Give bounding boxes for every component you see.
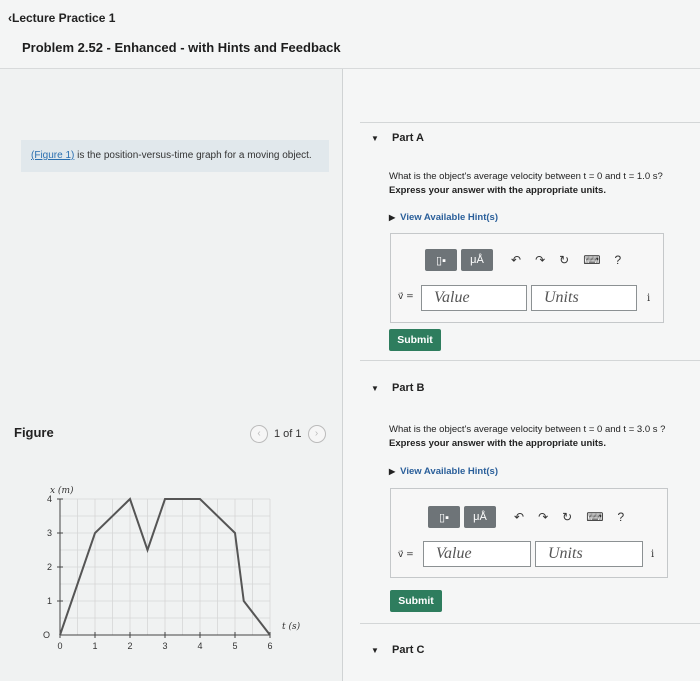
figure-link[interactable]: (Figure 1): [31, 150, 74, 161]
part-a-value-input[interactable]: Value: [421, 285, 527, 311]
keyboard-icon[interactable]: ⌨: [583, 253, 600, 267]
part-b-question-text: What is the object's average velocity be…: [389, 424, 666, 435]
next-figure-button[interactable]: ›: [307, 425, 326, 443]
part-a-hint-label: View Available Hint(s): [400, 212, 498, 223]
part-c-header[interactable]: Part C: [392, 644, 424, 656]
x-tick-label: 5: [232, 641, 237, 651]
part-b-header[interactable]: Part B: [392, 382, 424, 394]
position-time-graph: 0 1 2 3 4 5 61234Ot (s)x (m): [43, 485, 300, 651]
caret-right-icon: ▶: [389, 213, 396, 222]
templates-button[interactable]: ▯▪: [428, 506, 460, 528]
pager-text: 1 of 1: [274, 428, 302, 440]
part-a-question-text: What is the object's average velocity be…: [389, 171, 663, 182]
redo-icon[interactable]: ↷: [538, 510, 548, 524]
y-tick-label: 2: [47, 562, 52, 572]
part-b-instruction: Express your answer with the appropriate…: [389, 438, 606, 449]
part-b-value-input[interactable]: Value: [423, 541, 531, 567]
units-button[interactable]: μÅ: [461, 249, 493, 271]
x-tick-label: 0: [57, 641, 62, 651]
caret-right-icon: ▶: [389, 467, 396, 476]
part-b-variable-label: v⃗ =: [398, 550, 414, 560]
reset-icon[interactable]: ↻: [559, 253, 569, 267]
origin-label: O: [43, 630, 50, 640]
part-a-question: What is the object's average velocity be…: [389, 170, 663, 198]
y-tick-label: 3: [47, 528, 52, 538]
templates-button[interactable]: ▯▪: [425, 249, 457, 271]
keyboard-icon[interactable]: ⌨: [586, 510, 603, 524]
undo-icon[interactable]: ↶: [511, 253, 521, 267]
figure-note: (Figure 1) is the position-versus-time g…: [21, 140, 329, 172]
part-c-collapse-icon[interactable]: ▼: [371, 646, 379, 655]
part-b-units-input[interactable]: Units: [535, 541, 643, 567]
units-button[interactable]: μÅ: [464, 506, 496, 528]
x-tick-label: 2: [127, 641, 132, 651]
part-b-question: What is the object's average velocity be…: [389, 423, 665, 451]
part-b-collapse-icon[interactable]: ▼: [371, 384, 379, 393]
help-icon[interactable]: ?: [618, 510, 625, 524]
part-a-variable-label: v⃗ =: [398, 292, 414, 302]
info-icon[interactable]: i: [651, 549, 654, 560]
x-tick-label: 1: [92, 641, 97, 651]
problem-title: Problem 2.52 - Enhanced - with Hints and…: [22, 40, 341, 55]
x-axis-label: t (s): [282, 621, 300, 632]
redo-icon[interactable]: ↷: [535, 253, 545, 267]
part-b-toolbar: ▯▪ μÅ ↶ ↷ ↻ ⌨ ?: [428, 506, 624, 528]
divider: [360, 623, 700, 624]
figure-note-text: is the position-versus-time graph for a …: [74, 150, 312, 161]
back-link-label: Lecture Practice 1: [12, 11, 116, 25]
part-a-collapse-icon[interactable]: ▼: [371, 134, 379, 143]
part-a-header[interactable]: Part A: [392, 132, 424, 144]
part-a-toolbar: ▯▪ μÅ ↶ ↷ ↻ ⌨ ?: [425, 249, 621, 271]
prev-figure-button[interactable]: ‹: [250, 425, 268, 443]
y-tick-label: 1: [47, 596, 52, 606]
part-b-hint-toggle[interactable]: ▶ View Available Hint(s): [389, 466, 498, 477]
part-a-submit-button[interactable]: Submit: [389, 329, 441, 351]
y-axis-label: x (m): [50, 485, 74, 496]
top-bar: ‹Lecture Practice 1 Problem 2.52 - Enhan…: [0, 0, 700, 69]
part-b-submit-button[interactable]: Submit: [390, 590, 442, 612]
undo-icon[interactable]: ↶: [514, 510, 524, 524]
help-icon[interactable]: ?: [615, 253, 622, 267]
info-icon[interactable]: i: [647, 293, 650, 304]
divider: [360, 122, 700, 123]
part-a-units-input[interactable]: Units: [531, 285, 637, 311]
part-a-instruction: Express your answer with the appropriate…: [389, 185, 606, 196]
x-tick-label: 3: [162, 641, 167, 651]
x-tick-label: 4: [197, 641, 202, 651]
reset-icon[interactable]: ↻: [562, 510, 572, 524]
figure-pager: ‹ 1 of 1 ›: [250, 425, 326, 443]
x-tick-label: 6: [267, 641, 272, 651]
back-link[interactable]: ‹Lecture Practice 1: [8, 11, 115, 25]
part-a-hint-toggle[interactable]: ▶ View Available Hint(s): [389, 212, 498, 223]
figure-label: Figure: [14, 425, 54, 440]
part-b-hint-label: View Available Hint(s): [400, 466, 498, 477]
divider: [360, 360, 700, 361]
